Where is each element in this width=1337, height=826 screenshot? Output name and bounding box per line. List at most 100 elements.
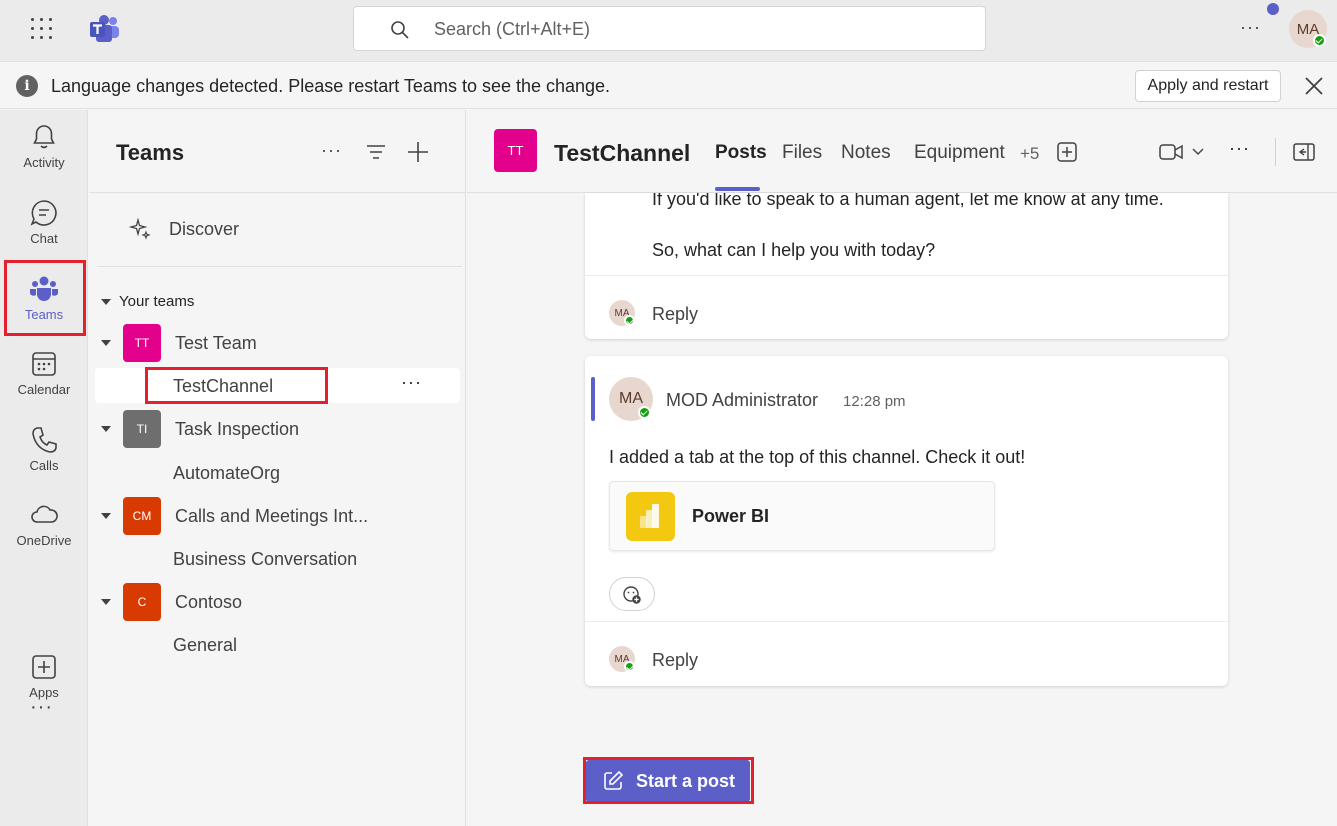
caret-down-icon (101, 298, 111, 305)
your-teams-header[interactable]: Your teams (101, 293, 194, 310)
rail-item-activity[interactable]: Activity (0, 122, 88, 192)
caret-down-icon (101, 513, 111, 519)
divider (585, 275, 1228, 276)
rail-label-chat: Chat (30, 231, 58, 246)
more-tabs-count[interactable]: +5 (1020, 144, 1039, 164)
tab-posts[interactable]: Posts (715, 142, 767, 164)
team-item-task-inspection[interactable]: TI Task Inspection (101, 409, 299, 449)
app-rail: Activity Chat Teams Calendar Calls OneDr… (0, 110, 88, 826)
reply-button[interactable]: Reply (652, 304, 698, 325)
channel-more-options-icon[interactable]: ··· (401, 372, 422, 393)
add-reaction-button[interactable] (609, 577, 655, 611)
video-camera-icon[interactable] (1159, 142, 1183, 162)
presence-available-icon (624, 661, 635, 672)
divider (585, 621, 1228, 622)
open-side-panel-icon[interactable] (1293, 142, 1315, 162)
channel-item-general[interactable]: General (173, 630, 237, 660)
rail-item-calls[interactable]: Calls (0, 425, 88, 495)
team-avatar: TT (123, 324, 161, 362)
rail-label-calendar: Calendar (17, 382, 71, 397)
channel-item-automateorg[interactable]: AutomateOrg (173, 458, 280, 488)
app-launcher-icon[interactable] (31, 18, 53, 40)
close-icon[interactable] (1303, 75, 1325, 97)
caret-down-icon (101, 340, 111, 346)
divider (1275, 138, 1276, 166)
reply-avatar: MA (609, 300, 635, 326)
team-item-calls-and-meetings[interactable]: CM Calls and Meetings Int... (101, 496, 368, 536)
emoji-add-icon (623, 586, 641, 604)
team-name: Calls and Meetings Int... (175, 505, 369, 526)
reply-avatar: MA (609, 646, 635, 672)
presence-available-icon (1313, 34, 1326, 47)
phone-icon (32, 427, 57, 453)
more-options-icon[interactable]: ··· (1240, 17, 1261, 38)
author-initials: MA (619, 390, 643, 407)
message-body: I added a tab at the top of this channel… (609, 447, 1026, 467)
channel-header: TT TestChannel Posts Files Notes Equipme… (467, 110, 1337, 193)
team-name: Contoso (175, 591, 243, 612)
presence-available-icon (624, 315, 635, 326)
add-tab-icon[interactable] (1057, 142, 1077, 162)
channel-more-options-icon[interactable]: ··· (1229, 138, 1250, 159)
calendar-icon (32, 352, 56, 376)
channel-name: General (173, 634, 238, 655)
notification-dot (1267, 3, 1279, 15)
pane-more-options-icon[interactable]: ··· (321, 140, 342, 161)
search-input[interactable] (434, 16, 954, 42)
filter-icon[interactable] (365, 142, 387, 162)
testchannel-highlight-box (145, 367, 328, 404)
rail-item-apps[interactable]: Apps (0, 652, 88, 722)
author-name: MOD Administrator (666, 390, 819, 410)
chat-icon (30, 200, 57, 226)
reply-button[interactable]: Reply (652, 650, 698, 671)
channel-item-business-conversation[interactable]: Business Conversation (173, 544, 357, 574)
power-bi-tab-card[interactable]: Power BI (609, 481, 995, 551)
presence-available-icon (638, 406, 651, 419)
cloud-icon (31, 505, 58, 523)
language-change-banner: i Language changes detected. Please rest… (0, 63, 1337, 109)
sparkle-icon (129, 218, 151, 240)
team-name: Test Team (175, 332, 257, 353)
team-item-test-team[interactable]: TT Test Team (101, 323, 257, 363)
teams-rail-highlight-box (4, 260, 86, 336)
team-avatar: CM (123, 497, 161, 535)
channel-name: Business Conversation (173, 548, 358, 569)
channel-view: TT TestChannel Posts Files Notes Equipme… (467, 110, 1337, 826)
title-bar: ··· MA (0, 0, 1337, 62)
teams-logo-icon (90, 15, 119, 42)
channel-name: AutomateOrg (173, 462, 281, 483)
post-text-line: If you'd like to speak to a human agent,… (652, 193, 1164, 209)
team-item-contoso[interactable]: C Contoso (101, 582, 242, 622)
caret-down-icon (101, 426, 111, 432)
chevron-down-icon[interactable] (1192, 146, 1204, 156)
post-text-line: So, what can I help you with today? (652, 240, 936, 260)
bell-icon (33, 125, 55, 149)
rail-label-calls: Calls (29, 458, 59, 473)
rail-item-chat[interactable]: Chat (0, 198, 88, 268)
channel-title: TestChannel (554, 140, 691, 166)
apply-and-restart-button[interactable]: Apply and restart (1135, 70, 1281, 102)
divider (89, 192, 466, 193)
team-avatar: C (123, 583, 161, 621)
discover-item[interactable]: Discover (129, 218, 239, 240)
team-name: Task Inspection (175, 418, 300, 439)
start-post-highlight-box (583, 757, 754, 804)
pane-title: Teams (116, 140, 185, 165)
teams-list-pane: Teams ··· Discover Your teams TT Test Te… (89, 110, 466, 826)
tab-notes[interactable]: Notes (841, 142, 891, 164)
rail-item-onedrive[interactable]: OneDrive (0, 500, 88, 570)
profile-avatar[interactable]: MA (1289, 10, 1327, 48)
plus-box-icon (32, 655, 56, 679)
message-timestamp: 12:28 pm (843, 393, 906, 410)
channel-team-avatar: TT (494, 129, 537, 172)
new-message-accent (591, 377, 595, 421)
tab-equipment[interactable]: Equipment (914, 142, 1005, 164)
add-icon[interactable] (406, 140, 430, 164)
rail-item-calendar[interactable]: Calendar (0, 349, 88, 419)
search-box[interactable] (353, 6, 986, 51)
banner-message: Language changes detected. Please restar… (51, 76, 611, 96)
divider (97, 266, 462, 267)
section-label: Your teams (119, 293, 195, 310)
tab-files[interactable]: Files (782, 142, 822, 164)
search-icon (391, 21, 409, 39)
